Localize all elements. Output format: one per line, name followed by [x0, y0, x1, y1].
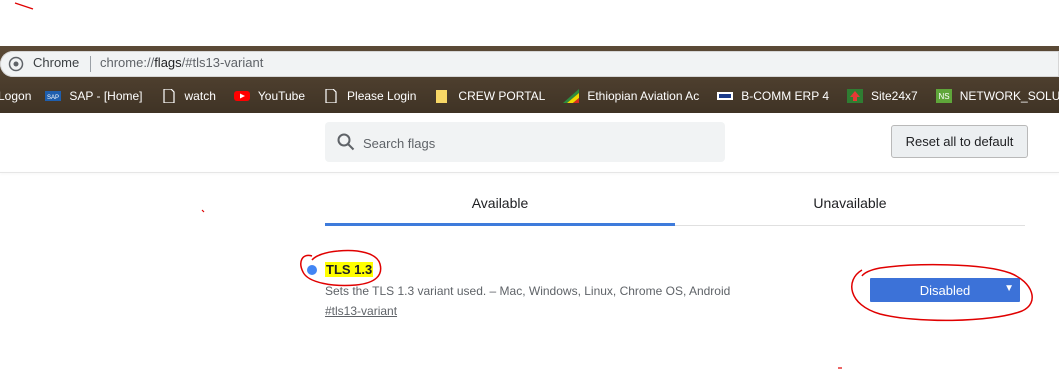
- bookmark-network-solutions[interactable]: NS NETWORK_SOLUTIO: [935, 89, 1059, 103]
- tab-available[interactable]: Available: [325, 180, 675, 226]
- site-name: Chrome: [33, 55, 80, 70]
- bookmark-crew-portal[interactable]: CREW PORTAL: [434, 89, 545, 103]
- bookmark-please-login[interactable]: Please Login: [323, 89, 416, 103]
- bookmark-youtube[interactable]: YouTube: [233, 89, 305, 103]
- site24x7-icon: [847, 89, 863, 103]
- bookmark-ethiopian-aviation[interactable]: Ethiopian Aviation Ac: [563, 89, 699, 103]
- flag-state-select[interactable]: Disabled ▼: [870, 278, 1020, 302]
- sap-icon: SAP: [45, 91, 62, 101]
- ns-icon: NS: [935, 89, 952, 103]
- tab-unavailable[interactable]: Unavailable: [675, 180, 1025, 226]
- flag-icon: [563, 89, 580, 103]
- red-pen-mark: [14, 2, 34, 10]
- bookmark-sap[interactable]: SAP SAP - [Home]: [45, 89, 143, 103]
- dropdown-arrow-icon: ▼: [1004, 283, 1014, 294]
- separator: [90, 56, 91, 72]
- bookmarks-bar: Logon SAP SAP - [Home] watch YouTube Ple…: [0, 84, 1059, 108]
- active-tab-indicator: [325, 223, 675, 226]
- page-icon: [162, 89, 175, 103]
- header-divider: [0, 172, 1059, 173]
- bcomm-icon: [717, 92, 734, 100]
- reset-all-button[interactable]: Reset all to default: [891, 125, 1028, 158]
- search-input[interactable]: [361, 122, 715, 164]
- folder-icon: [436, 90, 448, 103]
- bookmark-watch[interactable]: watch: [161, 89, 216, 103]
- search-flags-box[interactable]: [325, 122, 725, 164]
- flag-title: TLS 1.3: [325, 262, 374, 277]
- blank-area: [0, 0, 1059, 46]
- flag-anchor-link[interactable]: #tls13-variant: [325, 304, 397, 318]
- search-icon: [337, 133, 355, 151]
- svg-text:NS: NS: [938, 92, 949, 101]
- page-icon: [325, 89, 337, 103]
- url-text[interactable]: chrome://flags/#tls13-variant: [100, 55, 263, 70]
- tab-divider: [675, 225, 1025, 226]
- chrome-info-icon[interactable]: [8, 56, 24, 72]
- flag-state-value: Disabled: [919, 282, 971, 298]
- bookmark-site24x7[interactable]: Site24x7: [847, 89, 918, 103]
- bookmark-bcomm-erp[interactable]: B-COMM ERP 4: [717, 89, 829, 103]
- red-pen-mark: [201, 209, 205, 213]
- flag-description: Sets the TLS 1.3 variant used. – Mac, Wi…: [325, 284, 731, 298]
- svg-text:SAP: SAP: [47, 95, 59, 101]
- address-bar[interactable]: Chrome chrome://flags/#tls13-variant: [0, 51, 1059, 77]
- bookmark-logon[interactable]: Logon: [0, 89, 31, 103]
- modified-dot-icon: [307, 265, 317, 275]
- youtube-icon: [233, 91, 250, 101]
